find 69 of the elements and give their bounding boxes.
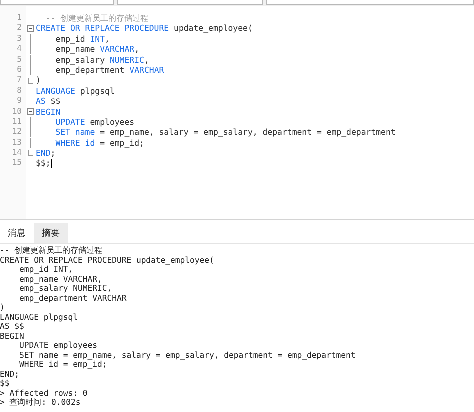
message-line: END; <box>0 370 20 379</box>
code-text: ) <box>36 75 41 86</box>
message-line: LANGUAGE plpgsql <box>0 312 79 322</box>
code-text: = emp_id; <box>99 138 144 148</box>
message-line: emp_name VARCHAR, <box>18 274 104 284</box>
message-line: WHERE id = emp_id; <box>18 360 108 370</box>
line-number: 11 <box>12 116 22 128</box>
line-number: 14 <box>12 148 22 158</box>
result-tab[interactable]: 摘要 <box>34 223 68 243</box>
line-number: 7 <box>17 75 22 86</box>
line-number: 2 <box>17 23 22 34</box>
code-text: = emp_name, salary = emp_salary, department = emp_department <box>99 127 396 138</box>
sql-keyword: LANGUAGE <box>36 86 76 96</box>
sql-keyword: CREATE OR REPLACE PROCEDURE <box>36 23 170 34</box>
code-text: emp_id <box>54 34 86 44</box>
code-text: , <box>144 54 150 65</box>
sql-keyword: NUMERIC <box>110 54 144 65</box>
code-text: update_employee( <box>173 23 253 34</box>
code-text: ; <box>50 148 56 158</box>
message-line: > 查询时间: 0.002s <box>0 398 82 408</box>
code-text: , <box>134 44 140 55</box>
toolbar-field[interactable] <box>266 0 474 5</box>
line-number: 3 <box>17 34 22 44</box>
toolbar-field[interactable] <box>0 0 114 5</box>
fold-end-icon <box>28 78 33 84</box>
code-text: employees <box>89 116 135 128</box>
code-text: emp_name <box>54 44 96 55</box>
line-number: 13 <box>12 138 22 148</box>
message-line: emp_department VARCHAR <box>18 294 128 303</box>
code-text: , <box>105 34 110 44</box>
toolbar-field[interactable] <box>117 0 263 5</box>
sql-keyword: WHERE id <box>54 138 96 148</box>
code-text: $$; <box>36 158 51 169</box>
line-number: 6 <box>17 64 22 76</box>
sql-keyword: AS <box>36 96 46 107</box>
line-number: 4 <box>17 44 22 55</box>
fold-toggle-icon[interactable] <box>27 25 34 32</box>
code-text: emp_salary <box>54 54 106 65</box>
message-line: BEGIN <box>0 332 26 341</box>
message-line: -- 创建更新员工的存储过程 <box>0 246 104 256</box>
line-number: 12 <box>12 127 22 138</box>
line-number: 8 <box>17 86 22 96</box>
message-line: emp_salary NUMERIC, <box>18 284 114 294</box>
code-text: emp_department <box>54 64 126 76</box>
message-line: ) <box>0 303 6 312</box>
code-text: $$ <box>50 96 61 107</box>
sql-keyword: BEGIN <box>36 106 61 117</box>
sql-keyword: INT <box>90 34 106 44</box>
message-line: AS $$ <box>0 322 26 332</box>
sql-keyword: UPDATE <box>54 116 86 128</box>
code-text: plpgsql <box>79 86 115 96</box>
line-number: 15 <box>12 158 22 169</box>
message-line: $$ <box>0 379 10 388</box>
fold-toggle-icon[interactable] <box>27 108 34 116</box>
sql-keyword: END <box>36 148 51 158</box>
line-number: 9 <box>17 96 22 107</box>
message-line: > Affected rows: 0 <box>0 388 89 398</box>
message-line: UPDATE employees <box>18 341 98 350</box>
message-line: emp_id INT, <box>18 265 74 274</box>
line-number: 5 <box>17 54 22 65</box>
line-number: 1 <box>17 13 22 24</box>
fold-end-icon <box>28 150 33 156</box>
line-number: 10 <box>12 106 22 117</box>
code-comment: -- 创建更新员工的存储过程 <box>44 13 149 24</box>
message-line: CREATE OR REPLACE PROCEDURE update_employee( <box>0 256 216 265</box>
message-line: SET name = emp_name, salary = emp_salary, department = emp_department <box>18 350 357 360</box>
sql-keyword: VARCHAR <box>100 44 135 55</box>
sql-keyword: VARCHAR <box>130 64 164 76</box>
sql-keyword: SET name <box>54 127 96 138</box>
